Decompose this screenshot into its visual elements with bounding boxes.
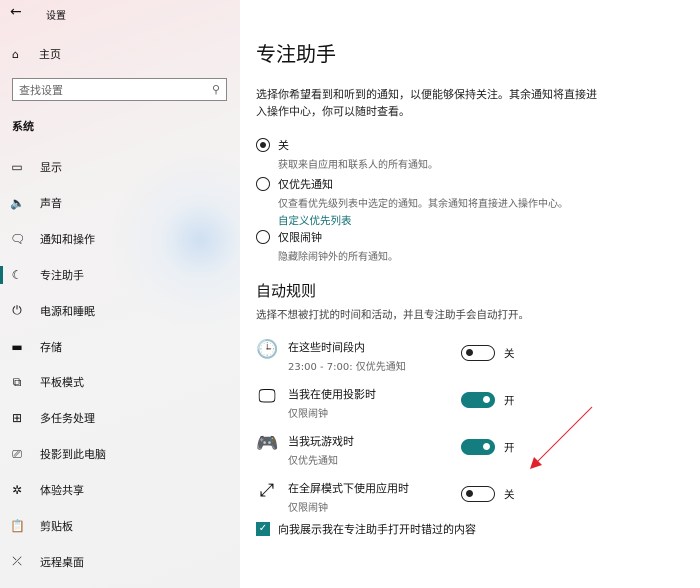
- rule-sub: 仅优先通知: [288, 456, 338, 467]
- radio-option-2[interactable]: 仅限闹钟隐藏除闹钟外的所有通知。: [256, 229, 398, 263]
- sidebar-item-0[interactable]: ▭ 显示: [0, 155, 240, 179]
- radio-option-0[interactable]: 关获取来自应用和联系人的所有通知。: [256, 137, 438, 171]
- sidebar-item-9[interactable]: ✲ 体验共享: [0, 478, 240, 502]
- rule-title: 当我在使用投影时: [288, 388, 376, 401]
- rules-heading: 自动规则: [256, 282, 317, 300]
- nav-icon: ⤫: [12, 554, 22, 569]
- missed-content-checkbox[interactable]: ✓ 向我展示我在专注助手打开时错过的内容: [256, 521, 476, 537]
- sidebar-item-1[interactable]: 🔈 声音: [0, 191, 240, 215]
- home-label: 主页: [38, 48, 61, 61]
- check-icon: ✓: [256, 522, 270, 536]
- nav-icon: ⊞: [11, 411, 23, 426]
- nav-icon: ⏻: [12, 303, 22, 318]
- toggle-state: 关: [504, 348, 515, 360]
- radio-button[interactable]: [256, 230, 270, 244]
- nav-label: 存储: [40, 340, 62, 354]
- option-label: 仅优先通知: [278, 178, 333, 191]
- nav-label: 声音: [40, 196, 62, 210]
- nav-label: 投影到此电脑: [40, 448, 106, 462]
- sidebar-item-2[interactable]: 🗨 通知和操作: [0, 227, 240, 251]
- search-input[interactable]: 查找设置 ⚲: [12, 78, 227, 101]
- nav-icon: ⧉: [12, 374, 22, 389]
- radio-button[interactable]: [256, 177, 270, 191]
- sidebar: ← 设置 ⌂ 主页 查找设置 ⚲ 系统 ▭ 显示 🔈 声音 🗨 通知和操作 ☾ 专注助手 ⏻ 电源和睡…: [0, 0, 240, 588]
- checkbox-label: 向我展示我在专注助手打开时错过的内容: [278, 523, 476, 536]
- sidebar-item-7[interactable]: ⊞ 多任务处理: [0, 406, 240, 430]
- sidebar-item-10[interactable]: 📋 剪贴板: [0, 514, 240, 538]
- sidebar-item-11[interactable]: ⤫ 远程桌面: [0, 550, 240, 574]
- sidebar-item-4[interactable]: ⏻ 电源和睡眠: [0, 299, 240, 323]
- option-desc: 仅查看优先级列表中选定的通知。其余通知将直接进入操作中心。: [278, 199, 568, 210]
- toggle-state: 开: [504, 442, 515, 454]
- nav-label: 多任务处理: [40, 412, 95, 426]
- nav-icon: 🗨: [10, 231, 26, 246]
- rule-title: 当我玩游戏时: [288, 435, 354, 448]
- rule-sub: 23:00 - 7:00: 仅优先通知: [288, 362, 406, 373]
- section-heading: 系统: [12, 120, 34, 133]
- rule-title: 在全屏模式下使用应用时: [288, 482, 409, 495]
- option-desc: 隐藏除闹钟外的所有通知。: [278, 252, 398, 263]
- rule-sub: 仅限闹钟: [288, 503, 328, 514]
- search-placeholder: 查找设置: [19, 83, 63, 97]
- rule-icon: 🕒: [256, 339, 279, 360]
- back-arrow-icon[interactable]: ←: [10, 4, 22, 20]
- rule-toggle[interactable]: [461, 392, 495, 408]
- radio-option-1[interactable]: 仅优先通知仅查看优先级列表中选定的通知。其余通知将直接进入操作中心。自定义优先列…: [256, 176, 568, 228]
- rules-desc: 选择不想被打扰的时间和活动，并且专注助手会自动打开。: [256, 309, 529, 321]
- nav-icon: ▬: [11, 339, 23, 354]
- nav-label: 剪贴板: [40, 520, 73, 533]
- rule-icon: 🖵: [258, 386, 276, 407]
- option-desc: 获取来自应用和联系人的所有通知。: [278, 160, 438, 171]
- rule-title: 在这些时间段内: [288, 341, 365, 354]
- main-content: 专注助手 选择你希望看到和听到的通知，以便能够保持关注。其余通知将直接进入操作中…: [240, 0, 700, 588]
- rule-toggle[interactable]: [461, 486, 495, 502]
- nav-label: 显示: [40, 161, 62, 174]
- nav-icon: ☾: [11, 267, 23, 282]
- nav-label: 专注助手: [40, 268, 84, 282]
- nav-icon: ▭: [11, 160, 23, 174]
- window-title: 设置: [46, 11, 66, 22]
- customize-priority-link[interactable]: 自定义优先列表: [278, 213, 568, 228]
- sidebar-item-5[interactable]: ▬ 存储: [0, 335, 240, 359]
- intro-text: 选择你希望看到和听到的通知，以便能够保持关注。其余通知将直接进入操作中心，你可以…: [256, 88, 597, 118]
- nav-label: 平板模式: [40, 376, 84, 390]
- sidebar-item-home[interactable]: ⌂ 主页: [12, 46, 61, 62]
- rule-toggle[interactable]: [461, 345, 495, 361]
- option-label: 关: [278, 139, 289, 152]
- nav-icon: 🔈: [10, 195, 25, 210]
- nav-label: 通知和操作: [40, 232, 95, 246]
- nav-label: 远程桌面: [40, 555, 84, 569]
- toggle-state: 关: [504, 489, 515, 501]
- sidebar-item-8[interactable]: ⎚ 投影到此电脑: [0, 442, 240, 466]
- red-annotation-arrow: [530, 406, 593, 469]
- sidebar-item-6[interactable]: ⧉ 平板模式: [0, 370, 240, 394]
- home-icon: ⌂: [12, 47, 19, 61]
- rule-toggle[interactable]: [461, 439, 495, 455]
- nav-icon: ⎚: [12, 446, 22, 461]
- toggle-state: 开: [504, 395, 515, 407]
- page-title: 专注助手: [256, 42, 336, 66]
- rule-sub: 仅限闹钟: [288, 409, 328, 420]
- nav-icon: ✲: [11, 483, 23, 498]
- search-icon: ⚲: [211, 83, 220, 96]
- nav-icon: 📋: [10, 519, 25, 533]
- nav-label: 体验共享: [40, 484, 84, 498]
- rule-icon: 🎮: [256, 433, 279, 454]
- option-label: 仅限闹钟: [278, 231, 322, 244]
- radio-button[interactable]: [256, 138, 270, 152]
- rule-icon: ⤢: [259, 480, 275, 501]
- sidebar-item-3[interactable]: ☾ 专注助手: [0, 263, 240, 287]
- nav-label: 电源和睡眠: [40, 304, 95, 318]
